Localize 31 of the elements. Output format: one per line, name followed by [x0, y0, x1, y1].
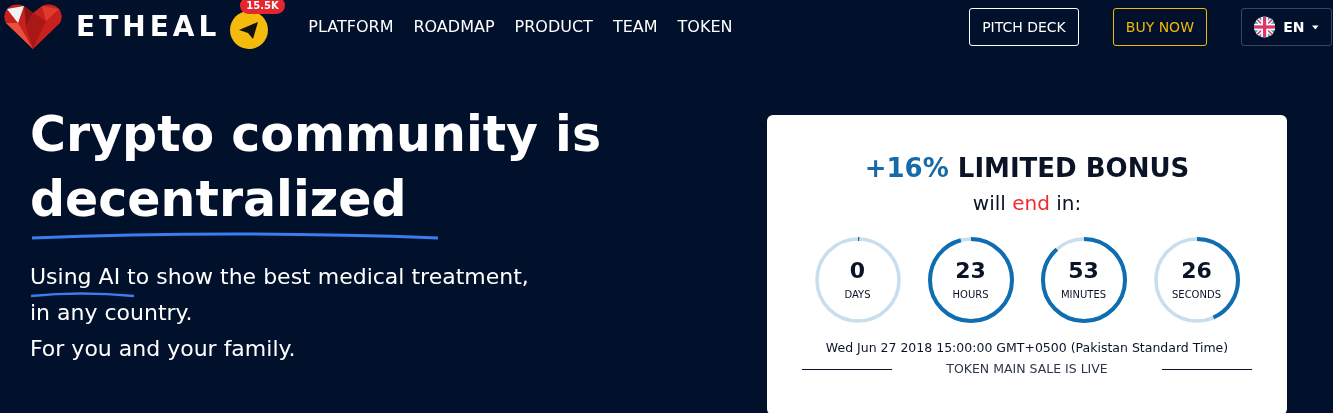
language-selector[interactable]: EN [1241, 8, 1332, 46]
countdown-unit: DAYS [844, 290, 871, 300]
heart-logo-icon [2, 3, 64, 51]
nav-link[interactable]: TOKEN [677, 15, 733, 39]
hero-text: For you and your family. [30, 336, 296, 362]
sale-status: TOKEN MAIN SALE IS LIVE [945, 359, 1109, 378]
follower-badge: 15.5K [240, 0, 285, 14]
hero-text: Using AI to show the best medical treatment, [30, 264, 529, 290]
hero-headline: Crypto community is [30, 105, 602, 165]
countdown-unit: SECONDS [1171, 290, 1222, 300]
brand-name: ETHEAL [76, 13, 221, 41]
header-button[interactable]: BUY NOW [1112, 8, 1207, 46]
nav-link[interactable]: TEAM [612, 15, 658, 39]
caret-icon [1312, 24, 1319, 30]
uk-flag-icon [1254, 14, 1276, 40]
bonus-title: +16% LIMITED BONUS [864, 155, 1190, 181]
header-button[interactable]: PITCH DECK [969, 8, 1079, 46]
hero-text: in any country. [30, 300, 193, 326]
countdown-value: 23 [955, 260, 986, 282]
hero-headline: decentralized [30, 170, 407, 230]
countdown-unit: MINUTES [1060, 290, 1107, 300]
countdown-unit: HOURS [952, 290, 989, 300]
bonus-subtitle: will end in: [972, 193, 1082, 213]
countdown-value: 26 [1181, 260, 1212, 282]
sale-date: Wed Jun 27 2018 15:00:00 GMT+0500 (Pakistan Standard Time) [825, 339, 1229, 357]
nav-link[interactable]: PLATFORM [308, 15, 394, 39]
nav-link[interactable]: PRODUCT [514, 15, 593, 39]
countdown-value: 0 [849, 260, 866, 282]
countdown-value: 53 [1068, 260, 1099, 282]
nav-link[interactable]: ROADMAP [413, 15, 495, 39]
paper-plane-icon[interactable] [230, 11, 269, 49]
